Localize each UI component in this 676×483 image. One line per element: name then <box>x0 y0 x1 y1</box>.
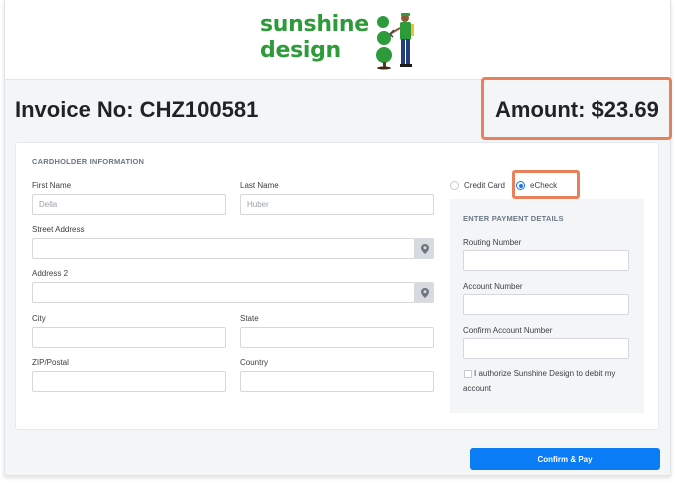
street-location-button[interactable] <box>415 238 434 259</box>
echeck-option[interactable]: eCheck <box>516 181 557 190</box>
logo-line-2: design <box>260 38 341 63</box>
routing-number-label: Routing Number <box>463 238 522 247</box>
first-name-label: First Name <box>32 181 72 190</box>
street-address-field[interactable] <box>32 238 415 259</box>
header: sunshine design <box>5 0 670 80</box>
logo-wordmark: sunshine design <box>260 12 372 64</box>
confirm-account-field[interactable] <box>463 338 629 359</box>
authorize-text: I authorize Sunshine Design to debit my … <box>463 369 616 393</box>
credit-card-option[interactable]: Credit Card <box>450 181 505 190</box>
echeck-label: eCheck <box>530 181 558 190</box>
logo-line-1: sunshine <box>260 12 369 37</box>
state-field[interactable] <box>240 327 434 348</box>
location-pin-icon <box>420 243 429 254</box>
last-name-label: Last Name <box>240 181 279 190</box>
address2-label: Address 2 <box>32 269 69 278</box>
payment-form-card: CARDHOLDER INFORMATION First Name Last N… <box>15 142 659 430</box>
payment-details-panel: ENTER PAYMENT DETAILS Routing Number Acc… <box>450 199 644 413</box>
amount-highlight: Amount: $23.69 <box>481 77 672 140</box>
checkout-page: sunshine design Invoice No: CHZ100581 Am… <box>4 0 672 476</box>
location-pin-icon <box>420 287 429 298</box>
logo-gardener-illustration <box>376 13 414 70</box>
state-label: State <box>240 314 259 323</box>
echeck-radio[interactable] <box>516 181 525 190</box>
amount-total: Amount: $23.69 <box>495 97 659 122</box>
country-label: Country <box>240 358 269 367</box>
brand-logo: sunshine design <box>260 10 425 72</box>
city-label: City <box>32 314 46 323</box>
invoice-number: Invoice No: CHZ100581 <box>15 97 259 122</box>
confirm-account-label: Confirm Account Number <box>463 326 553 335</box>
address2-field[interactable] <box>32 282 415 303</box>
country-field[interactable] <box>240 371 434 392</box>
credit-card-radio[interactable] <box>450 181 459 190</box>
zip-label: ZIP/Postal <box>32 358 69 367</box>
address2-location-button[interactable] <box>415 282 434 303</box>
cardholder-section-title: CARDHOLDER INFORMATION <box>32 157 145 166</box>
credit-card-label: Credit Card <box>464 181 505 190</box>
confirm-pay-button[interactable]: Confirm & Pay <box>470 448 660 470</box>
city-field[interactable] <box>32 327 226 348</box>
account-number-label: Account Number <box>463 282 523 291</box>
routing-number-field[interactable] <box>463 250 629 271</box>
account-number-field[interactable] <box>463 294 629 315</box>
first-name-field[interactable] <box>32 194 226 215</box>
zip-field[interactable] <box>32 371 226 392</box>
payment-section-title: ENTER PAYMENT DETAILS <box>463 214 564 223</box>
last-name-field[interactable] <box>240 194 434 215</box>
street-address-label: Street Address <box>32 225 85 234</box>
